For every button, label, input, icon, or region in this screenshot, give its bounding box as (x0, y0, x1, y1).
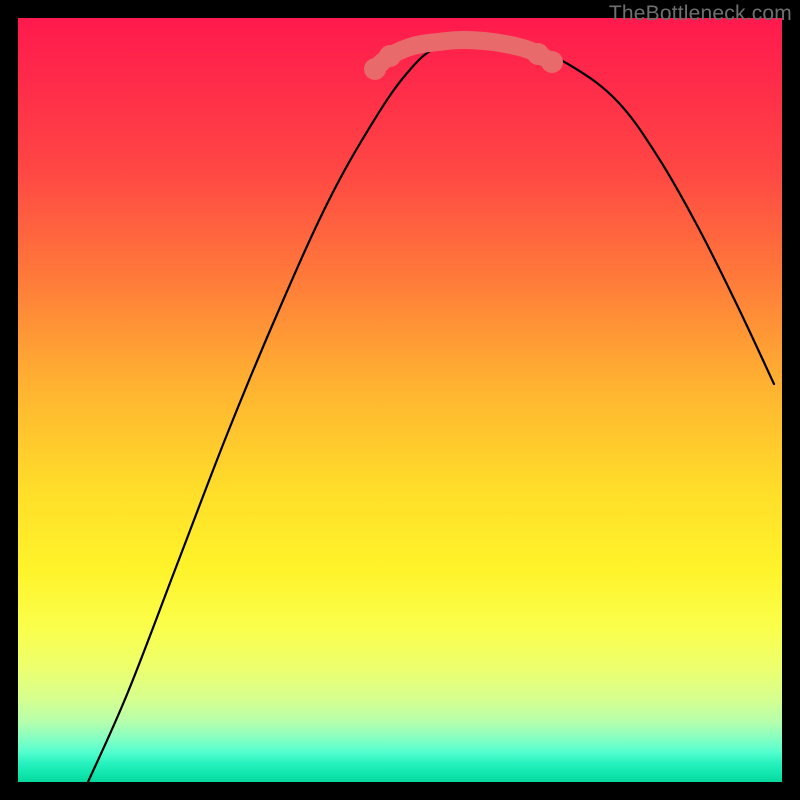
chart-frame: TheBottleneck.com (0, 0, 800, 800)
chart-svg (18, 18, 782, 782)
optimal-range-dot (379, 45, 401, 67)
bottleneck-curve (88, 42, 774, 782)
chart-plot-area (18, 18, 782, 782)
optimal-range-dot (541, 51, 563, 73)
watermark-text: TheBottleneck.com (609, 2, 792, 26)
optimal-range-marker (375, 40, 552, 69)
